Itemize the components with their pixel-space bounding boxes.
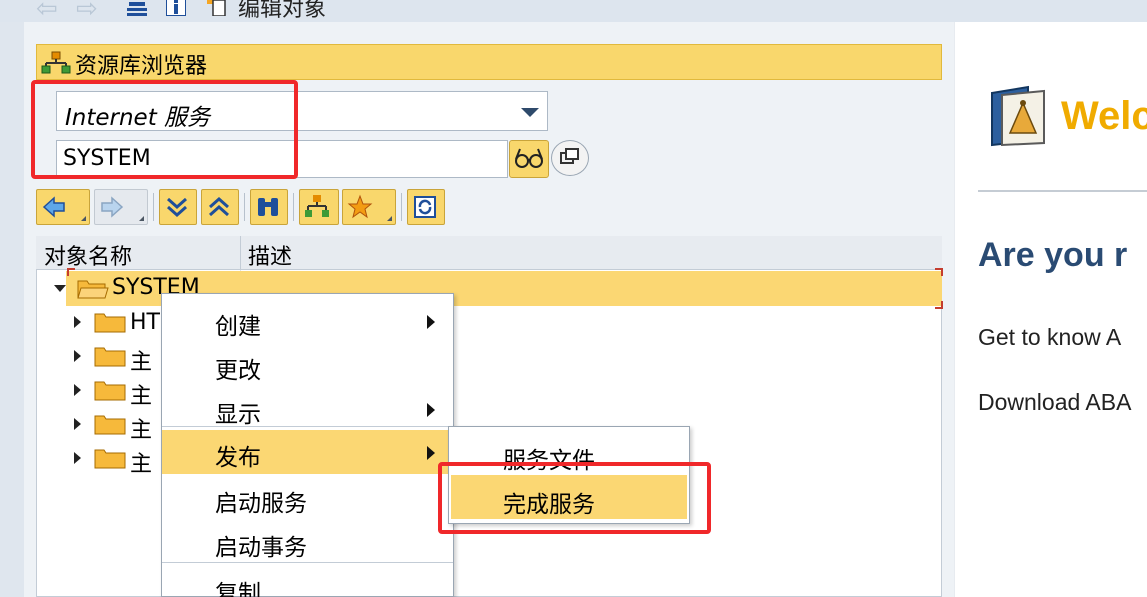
menu-item-label: 复制... [215, 581, 283, 597]
tree-item-label[interactable]: 主 [130, 378, 152, 410]
forward-button [94, 189, 148, 225]
menu-separator [162, 426, 453, 427]
menu-item-label: 启动事务 [215, 535, 307, 561]
toolbar-separator [153, 193, 154, 221]
menu-item-label: 显示 [215, 402, 261, 428]
favorites-button[interactable] [342, 189, 396, 225]
right-arrow-icon [101, 196, 124, 218]
abap-logo-icon [991, 85, 1045, 147]
collapse-all-button[interactable] [201, 189, 239, 225]
expand-all-button[interactable] [159, 189, 197, 225]
menu-separator [162, 562, 453, 563]
tree-item-label[interactable]: HT [130, 310, 160, 335]
star-icon [347, 194, 373, 219]
selection-corner [67, 268, 75, 276]
glasses-icon [515, 148, 543, 168]
menu-item-label: 更改 [215, 358, 261, 384]
left-arrow-icon [42, 196, 65, 218]
collapse-triangle-icon[interactable] [54, 285, 66, 292]
expand-icon [167, 197, 187, 218]
menu-item-copy[interactable]: 复制... [162, 566, 453, 597]
toolbar-separator [401, 193, 402, 221]
chevron-down-icon[interactable] [521, 108, 539, 117]
menu-item-create[interactable]: 创建 [162, 299, 453, 343]
tree-item-label[interactable]: 主 [130, 412, 152, 444]
context-menu: 创建 更改 显示 发布 启动服务 启动事务 复制... [161, 293, 454, 597]
folder-icon [94, 381, 126, 401]
menu-item-change[interactable]: 更改 [162, 343, 453, 387]
welcome-title: Welc [1061, 94, 1147, 138]
column-header-description[interactable]: 描述 [248, 239, 292, 271]
folder-icon [94, 415, 126, 435]
toolbar-separator [244, 193, 245, 221]
welcome-heading: Are you r [978, 236, 1128, 274]
expand-triangle-icon[interactable] [74, 452, 81, 464]
expand-triangle-icon[interactable] [74, 418, 81, 430]
edit-object-label[interactable]: 编辑对象 [238, 0, 326, 23]
binoculars-icon [258, 198, 278, 216]
folder-icon [94, 347, 126, 367]
collapse-icon [209, 196, 229, 217]
folder-icon [94, 449, 126, 469]
display-button[interactable] [509, 140, 549, 178]
hierarchy-icon [41, 51, 71, 74]
hierarchy-button[interactable] [299, 189, 339, 225]
folder-icon [94, 313, 126, 333]
find-button[interactable] [250, 189, 288, 225]
edit-object-icon[interactable] [207, 0, 227, 16]
tree-item-label[interactable]: 主 [130, 446, 152, 478]
highlight-box-complete-service [438, 462, 711, 534]
welcome-panel: Welc Are you r Get to know A Download AB… [954, 22, 1147, 597]
refresh-button[interactable] [407, 189, 445, 225]
back-button[interactable] [36, 189, 90, 225]
expand-triangle-icon[interactable] [74, 350, 81, 362]
other-object-button[interactable] [551, 140, 589, 176]
submenu-arrow-icon [427, 315, 435, 329]
expand-triangle-icon[interactable] [74, 384, 81, 396]
selection-corner [935, 268, 943, 276]
download-link[interactable]: Download ABA [978, 389, 1131, 416]
selection-corner [935, 301, 943, 309]
menu-item-publish[interactable]: 发布 [162, 430, 453, 474]
dropdown-corner-icon [81, 216, 86, 221]
menu-item-start-service[interactable]: 启动服务 [162, 476, 453, 520]
repository-browser-title: 资源库浏览器 [75, 54, 208, 79]
menu-item-label: 发布 [215, 445, 261, 471]
dropdown-corner-icon [139, 216, 144, 221]
repository-browser-header: 资源库浏览器 [36, 44, 942, 80]
tree-header: 对象名称 描述 [36, 236, 942, 270]
expand-triangle-icon[interactable] [74, 316, 81, 328]
info-icon[interactable] [166, 0, 186, 16]
print-icon[interactable] [127, 0, 147, 16]
submenu-arrow-icon [427, 446, 435, 460]
refresh-icon [414, 196, 436, 218]
menu-item-label: 创建 [215, 314, 261, 340]
toolbar-separator [293, 193, 294, 221]
application-toolbar: ⇦ ⇨ 编辑对象 [0, 0, 1147, 24]
back-arrow-icon[interactable]: ⇦ [36, 0, 58, 24]
menu-item-label: 启动服务 [215, 491, 307, 517]
menu-item-start-transaction[interactable]: 启动事务 [162, 520, 453, 564]
divider [978, 190, 1147, 192]
open-folder-icon [77, 280, 109, 299]
menu-item-display[interactable]: 显示 [162, 387, 453, 431]
column-header-object-name[interactable]: 对象名称 [44, 239, 132, 271]
window-icon [560, 148, 579, 164]
highlight-box-object-selection [31, 80, 298, 179]
hierarchy-icon [305, 195, 329, 217]
forward-arrow-icon[interactable]: ⇨ [76, 0, 98, 24]
dropdown-corner-icon [387, 216, 392, 221]
get-to-know-link[interactable]: Get to know A [978, 324, 1121, 351]
tree-item-label[interactable]: 主 [130, 344, 152, 376]
column-divider [240, 236, 241, 270]
submenu-arrow-icon [427, 403, 435, 417]
